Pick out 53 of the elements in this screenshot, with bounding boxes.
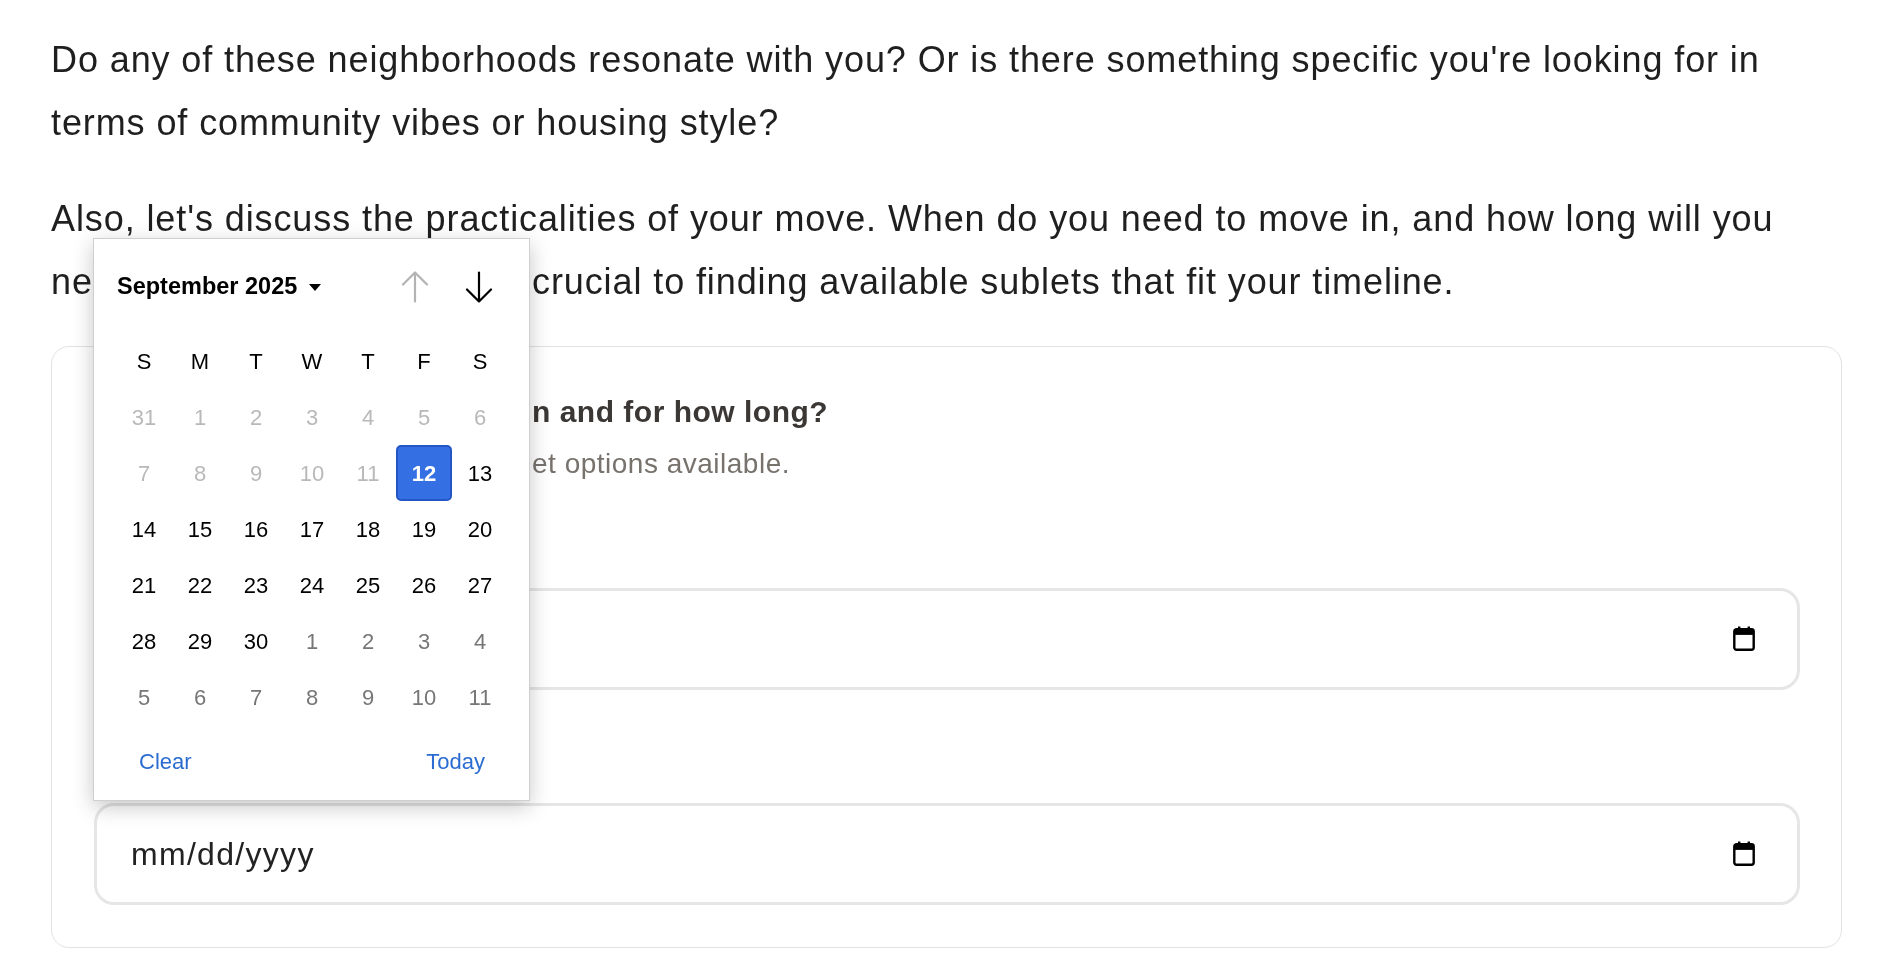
calendar-day[interactable]: 26 [396,557,452,613]
next-month-button[interactable] [465,271,493,303]
month-select-button[interactable]: September 2025 [116,269,322,305]
calendar-day[interactable]: 25 [340,557,396,613]
up-arrow-icon [401,271,429,303]
weekday-label: M [190,347,210,376]
calendar-day[interactable]: 6 [172,669,228,725]
today-link[interactable]: Today [426,744,485,778]
calendar-day[interactable]: 13 [452,445,508,501]
calendar-day[interactable]: 23 [228,557,284,613]
calendar-day[interactable]: 11 [452,669,508,725]
calendar-day[interactable]: 14 [116,501,172,557]
paragraph-text: crucial to finding available sublets that fit your timeline. [532,260,1455,304]
paragraph-text: ne [51,260,93,304]
calendar-day[interactable]: 18 [340,501,396,557]
calendar-day[interactable]: 22 [172,557,228,613]
calendar-day[interactable]: 10 [396,669,452,725]
calendar-day[interactable]: 27 [452,557,508,613]
clear-link[interactable]: Clear [139,744,192,778]
calendar-day[interactable]: 2 [340,613,396,669]
calendar-day[interactable]: 4 [452,613,508,669]
question-heading: n and for how long? [532,394,829,430]
calendar-day[interactable]: 15 [172,501,228,557]
calendar-day[interactable]: 24 [284,557,340,613]
paragraph: Do any of these neighborhoods resonate with you? Or is there something specific you're looking for in terms of community vibes or housing style? [51,38,1761,145]
calendar-day[interactable]: 16 [228,501,284,557]
weekday-label: S [472,347,488,376]
calendar-day[interactable]: 21 [116,557,172,613]
down-arrow-icon [465,271,493,303]
calendar-day[interactable]: 7 [228,669,284,725]
weekday-label: F [417,347,431,376]
calendar-day[interactable]: 1 [284,613,340,669]
calendar-day[interactable]: 30 [228,613,284,669]
calendar-day[interactable]: 29 [172,613,228,669]
calendar-day[interactable]: 20 [452,501,508,557]
calendar-day[interactable]: 17 [284,501,340,557]
question-hint: et options available. [532,447,790,481]
calendar-day[interactable]: 9 [340,669,396,725]
weekday-label: T [249,347,263,376]
weekday-label: T [361,347,375,376]
calendar-day[interactable]: 5 [116,669,172,725]
date-field[interactable]: mm/dd/yyyy [94,803,1800,905]
weekday-label: W [301,347,323,376]
calendar-day[interactable]: 12 [396,445,452,501]
calendar-day[interactable]: 28 [116,613,172,669]
calendar-day[interactable]: 8 [284,669,340,725]
calendar-icon[interactable] [1733,841,1755,866]
paragraph-text: Also, let's discuss the practicalities of your move. When do you need to move in, and how long will you [51,197,1775,241]
calendar-icon[interactable] [1733,626,1755,651]
weekday-label: S [136,347,152,376]
calendar-day[interactable]: 19 [396,501,452,557]
calendar-day[interactable]: 3 [396,613,452,669]
caret-icon [309,283,322,291]
